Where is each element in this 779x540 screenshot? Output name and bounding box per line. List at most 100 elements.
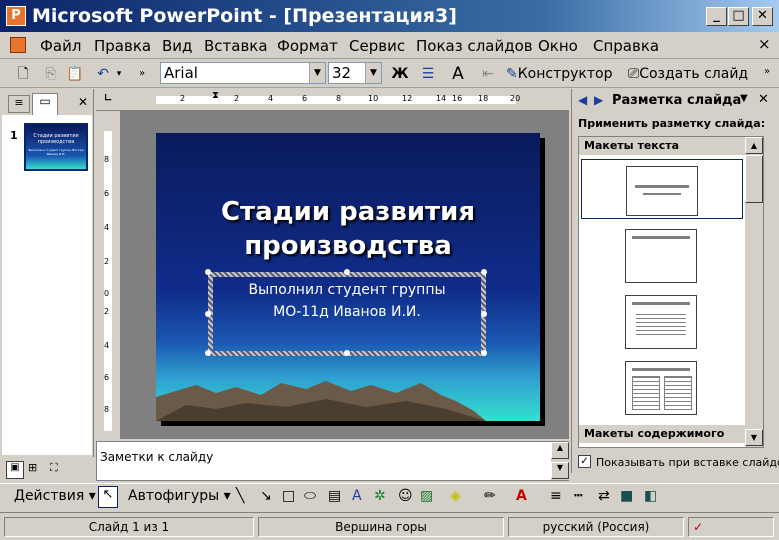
menu-edit[interactable]: Правка — [94, 37, 151, 55]
menu-file[interactable]: Файл — [40, 37, 81, 55]
layout-title-only[interactable] — [625, 229, 697, 283]
layout-two-columns[interactable] — [625, 361, 697, 415]
resize-handle[interactable] — [205, 350, 211, 356]
spelling-icon[interactable]: ✓ — [688, 517, 774, 537]
sorter-view-icon[interactable]: ⊞ — [28, 461, 37, 474]
chevron-down-icon[interactable]: ▼ — [740, 93, 748, 104]
increase-font-icon[interactable]: A — [448, 64, 468, 84]
new-document-icon[interactable]: 🗋 — [14, 64, 32, 84]
slide-title[interactable]: Стадии развития производства — [156, 195, 540, 263]
minimize-button[interactable]: _ — [706, 7, 727, 26]
slide-canvas[interactable]: Стадии развития производства Выполнил ст… — [156, 133, 540, 421]
oval-icon[interactable]: ⬭ — [304, 488, 316, 504]
scroll-thumb[interactable] — [745, 155, 763, 203]
diagram-icon[interactable]: ✲ — [374, 488, 386, 504]
scroll-down-icon[interactable]: ▼ — [745, 429, 763, 446]
menu-close-icon[interactable]: × — [758, 35, 771, 53]
bold-button[interactable]: Ж — [390, 64, 410, 84]
resize-handle[interactable] — [481, 269, 487, 275]
chevron-down-icon[interactable]: ▼ — [309, 63, 325, 83]
vertical-ruler[interactable]: 8 6 4 2 0 2 4 6 8 — [96, 111, 120, 439]
close-icon[interactable]: ✕ — [78, 95, 88, 109]
line-color-icon[interactable]: ✏ — [484, 488, 496, 504]
powerpoint-icon[interactable]: P — [6, 6, 26, 26]
close-icon[interactable]: ✕ — [758, 92, 769, 107]
notes-scrollbar[interactable]: ▲ ▼ — [551, 442, 569, 480]
wordart-icon[interactable]: A — [352, 488, 362, 504]
chevron-down-icon[interactable]: ▼ — [365, 63, 381, 83]
menu-window[interactable]: Окно — [538, 37, 578, 55]
paste-icon[interactable]: 📋 — [66, 64, 84, 84]
rectangle-icon[interactable]: □ — [282, 488, 295, 504]
actions-menu[interactable]: Действия ▾ — [14, 488, 96, 504]
undo-dropdown-icon[interactable]: ▾ — [114, 64, 124, 84]
picture-icon[interactable]: ▨ — [420, 488, 433, 504]
slide-title-line: производства — [244, 231, 452, 261]
resize-handle[interactable] — [344, 350, 350, 356]
menu-view[interactable]: Вид — [162, 37, 192, 55]
show-on-insert-checkbox[interactable]: ✓ — [578, 455, 591, 468]
menu-help[interactable]: Справка — [593, 37, 659, 55]
scroll-up-icon[interactable]: ▲ — [745, 137, 763, 154]
line-icon[interactable]: ╲ — [236, 488, 244, 504]
resize-handle[interactable] — [481, 311, 487, 317]
view-buttons: ▣ ⊞ ⛶ — [4, 461, 92, 481]
forward-icon[interactable]: ▶ — [594, 93, 603, 107]
textbox-icon[interactable]: ▤ — [328, 488, 341, 504]
toolbar-overflow-icon[interactable]: » — [136, 64, 148, 84]
notes-placeholder: Заметки к слайду — [100, 450, 214, 464]
copy-icon[interactable]: ⎘ — [42, 64, 60, 84]
scroll-down-icon[interactable]: ▼ — [551, 462, 569, 479]
resize-handle[interactable] — [344, 269, 350, 275]
close-button[interactable]: ✕ — [752, 7, 773, 26]
font-color-icon[interactable]: A — [516, 488, 527, 504]
tab-stop-icon[interactable]: ∟ — [104, 93, 112, 104]
decrease-indent-icon[interactable]: ⇤ — [478, 64, 498, 84]
arrow-style-icon[interactable]: ⇄ — [598, 488, 610, 504]
menu-format[interactable]: Формат — [277, 37, 338, 55]
clipart-icon[interactable]: ☺ — [398, 488, 413, 504]
new-slide-button[interactable]: ⎚Создать слайд — [628, 64, 748, 84]
outline-tab-icon[interactable]: ≡ — [8, 95, 30, 113]
resize-handle[interactable] — [205, 269, 211, 275]
menu-slideshow[interactable]: Показ слайдов — [416, 37, 533, 55]
scroll-up-icon[interactable]: ▲ — [551, 442, 569, 459]
fill-color-icon[interactable]: ◈ — [450, 488, 461, 504]
arrow-icon[interactable]: ↘ — [260, 488, 272, 504]
size-combo[interactable]: 32 ▼ — [328, 62, 382, 84]
menu-insert[interactable]: Вставка — [204, 37, 268, 55]
dash-style-icon[interactable]: ┅ — [574, 488, 582, 504]
slide-thumbnail[interactable]: Стадии развития производства Выполнил ст… — [24, 123, 88, 171]
shadow-icon[interactable]: ■ — [620, 488, 633, 504]
slide-subtitle[interactable]: Выполнил студент группы МО-11д Иванов И.… — [208, 279, 486, 323]
ruler-tick-label: 6 — [104, 373, 110, 382]
menu-bar: Файл Правка Вид Вставка Формат Сервис По… — [0, 32, 779, 59]
layout-title-text[interactable] — [625, 295, 697, 349]
horizontal-ruler[interactable]: ∟ 2 2 4 6 8 10 12 14 16 18 20 ⧗ — [96, 89, 569, 111]
ruler-tick-label: 8 — [336, 94, 342, 103]
select-cursor-icon[interactable]: ↖ — [98, 486, 118, 508]
menu-tools[interactable]: Сервис — [349, 37, 405, 55]
designer-button[interactable]: ✎Конструктор — [506, 64, 612, 84]
toolbar-overflow-icon[interactable]: » — [764, 66, 770, 77]
slides-tab-icon[interactable]: ▭ — [32, 93, 58, 115]
font-combo[interactable]: Arial ▼ — [160, 62, 326, 84]
bullets-icon[interactable]: ☰ — [418, 64, 438, 84]
layout-title-slide[interactable] — [581, 159, 743, 219]
slideshow-view-icon[interactable]: ⛶ — [50, 461, 58, 475]
maximize-button[interactable]: □ — [728, 7, 749, 26]
line-style-icon[interactable]: ≡ — [550, 488, 562, 504]
resize-handle[interactable] — [205, 311, 211, 317]
mountains-graphic — [156, 381, 486, 421]
document-icon[interactable] — [10, 37, 26, 53]
3d-icon[interactable]: ◧ — [644, 488, 657, 504]
ruler-tick-label: 10 — [368, 94, 379, 103]
autoshapes-menu[interactable]: Автофигуры ▾ — [128, 488, 231, 504]
back-icon[interactable]: ◀ — [578, 93, 587, 107]
normal-view-icon[interactable]: ▣ — [6, 461, 24, 479]
resize-handle[interactable] — [481, 350, 487, 356]
layout-scrollbar[interactable]: ▲ ▼ — [745, 137, 763, 447]
notes-pane[interactable]: Заметки к слайду ▲ ▼ — [96, 441, 569, 481]
indent-marker-icon[interactable]: ⧗ — [212, 90, 219, 101]
undo-icon[interactable]: ↶ — [94, 64, 112, 84]
